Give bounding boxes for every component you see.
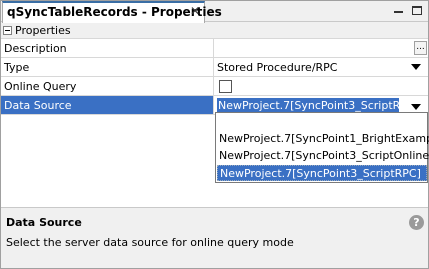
title-bar: qSyncTableRecords - Properties ✕ [1, 1, 428, 23]
help-panel: Data Source Select the server data sourc… [1, 207, 428, 268]
close-icon[interactable]: ✕ [190, 4, 200, 18]
online-query-checkbox[interactable] [219, 80, 232, 93]
property-name: Online Query [1, 77, 214, 95]
dropdown-option[interactable] [217, 114, 427, 130]
property-name: Type [1, 58, 214, 76]
minimize-icon[interactable] [394, 11, 403, 13]
maximize-icon[interactable] [412, 6, 422, 15]
property-value[interactable]: Stored Procedure/RPC [217, 61, 337, 74]
property-name: Data Source [1, 96, 214, 114]
dropdown-option-selected[interactable]: NewProject.7[SyncPoint3_ScriptRPC] [217, 165, 427, 181]
help-icon[interactable]: ? [409, 215, 424, 230]
data-source-dropdown-list: NewProject.7[SyncPoint1_BrightExample] N… [215, 112, 429, 183]
properties-window: qSyncTableRecords - Properties ✕ Propert… [0, 0, 429, 269]
property-row-online-query[interactable]: Online Query [1, 77, 428, 96]
ellipsis-button[interactable]: ... [414, 41, 427, 55]
properties-tab[interactable]: qSyncTableRecords - Properties ✕ [2, 1, 222, 23]
help-text: Select the server data source for online… [6, 236, 294, 249]
property-row-type[interactable]: Type Stored Procedure/RPC [1, 58, 428, 77]
dropdown-option[interactable]: NewProject.7[SyncPoint1_BrightExample] [217, 131, 429, 147]
property-row-description[interactable]: Description ... [1, 39, 428, 58]
help-title: Data Source [6, 216, 82, 229]
chevron-down-icon[interactable] [411, 64, 421, 70]
chevron-down-icon[interactable] [411, 104, 421, 110]
data-source-combo-value[interactable]: NewProject.7[SyncPoint3_ScriptRPC] [217, 98, 419, 113]
section-label: Properties [15, 24, 71, 37]
properties-section-header[interactable]: Properties [1, 23, 428, 39]
dropdown-option[interactable]: NewProject.7[SyncPoint3_ScriptOnline] [217, 148, 429, 164]
property-name: Description [1, 39, 214, 57]
collapse-icon[interactable] [3, 26, 12, 35]
